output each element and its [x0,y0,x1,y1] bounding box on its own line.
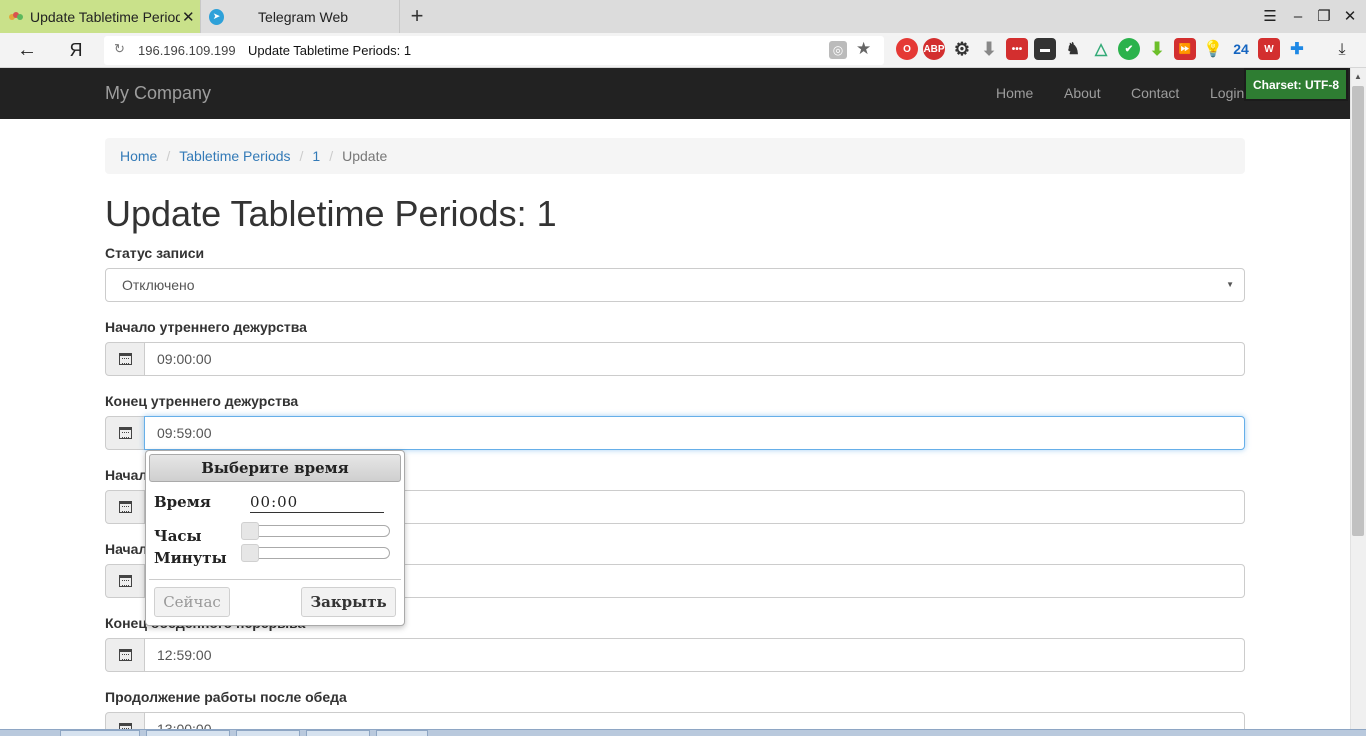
now-button[interactable]: Сейчас [154,587,230,617]
status-label: Статус записи [105,245,205,261]
taskbar-item[interactable] [236,730,300,736]
morning-start-input[interactable]: 09:00:00 [144,342,1245,376]
timepicker-popup: Выберите время Время 00:00 Часы Минуты С… [145,450,405,626]
bookmark-star-icon[interactable]: ★ [856,39,871,59]
tab-update-tabletime[interactable]: Update Tabletime Periods: 1 ✕ [0,0,200,33]
opera-ext-icon[interactable]: O [896,38,918,60]
hours-slider-handle[interactable] [241,522,259,540]
minutes-slider[interactable] [241,544,390,562]
breadcrumb-separator: / [166,148,171,164]
address-bar[interactable]: ↻ 196.196.109.199 Update Tabletime Perio… [104,36,884,65]
calendar-icon[interactable] [105,564,145,598]
calendar-icon[interactable] [105,342,145,376]
minimize-icon[interactable]: – [1286,4,1310,28]
lunch-end-group: 12:59:00 [105,638,1245,672]
url-host: 196.196.109.199 [138,43,236,58]
counter-ext-icon[interactable]: 24 [1230,38,1252,60]
evernote-icon[interactable]: ♞ [1062,38,1084,60]
browser-tab-strip: Update Tabletime Periods: 1 ✕ ➤ Telegram… [0,0,1366,33]
field-label: Конец утреннего дежурства [105,393,299,409]
nav-home[interactable]: Home [996,85,1033,101]
lunch-end-input[interactable]: 12:59:00 [144,638,1245,672]
briefcase-icon[interactable]: ▬ [1034,38,1056,60]
brand-link[interactable]: My Company [105,83,211,104]
tab-close-icon[interactable]: ✕ [182,8,195,26]
breadcrumb-current: Update [342,148,388,164]
timepicker-divider [149,579,401,580]
menu-icon[interactable]: ☰ [1258,4,1282,28]
hours-label: Часы [154,527,202,545]
check-ext-icon[interactable]: ✔ [1118,38,1140,60]
lightbulb-icon[interactable]: 💡 [1202,38,1224,60]
adblock-icon[interactable]: ABP [923,38,945,60]
time-label: Время [154,493,211,511]
nav-about[interactable]: About [1064,85,1101,101]
forward-ext-icon[interactable]: ⏩ [1174,38,1196,60]
new-tab-button[interactable]: + [404,3,430,29]
yandex-button[interactable]: Я [66,37,86,63]
breadcrumb-home[interactable]: Home [120,148,157,164]
green-download-icon[interactable]: ⬇ [1146,38,1168,60]
close-button[interactable]: Закрыть [301,587,396,617]
yii-favicon-icon [8,9,24,25]
url-page-title: Update Tabletime Periods: 1 [248,43,412,58]
taskbar-item[interactable] [376,730,428,736]
gear-icon[interactable]: ⚙ [951,38,973,60]
morning-end-input[interactable]: 09:59:00 [144,416,1245,450]
tab-title: Update Tabletime Periods: 1 [30,8,180,25]
tab-telegram[interactable]: ➤ Telegram Web [200,0,400,33]
morning-end-group: 09:59:00 [105,416,1245,450]
tab-title: Telegram Web [258,8,349,25]
puzzle-ext-icon[interactable]: ✚ [1286,38,1308,60]
calendar-icon[interactable] [105,490,145,524]
telegram-icon: ➤ [209,8,225,25]
browser-toolbar: ← Я ↻ 196.196.109.199 Update Tabletime P… [0,33,1366,68]
charset-badge: Charset: UTF-8 [1244,68,1348,101]
breadcrumb-separator: / [299,148,304,164]
translate-icon[interactable]: ◎ [829,41,847,59]
field-label: Начал [105,467,148,483]
window-close-icon[interactable]: ✕ [1338,4,1362,28]
breadcrumb: Home / Tabletime Periods / 1 / Update [105,138,1245,174]
taskbar-item[interactable] [146,730,230,736]
download-arrow-icon[interactable]: ⬇ [978,38,1000,60]
calendar-icon[interactable] [105,416,145,450]
morning-start-group: 09:00:00 [105,342,1245,376]
hours-slider[interactable] [241,522,390,540]
site-navbar: My Company Home About Contact Login Char… [0,68,1350,119]
scroll-up-icon[interactable]: ▲ [1350,68,1366,84]
breadcrumb-tabletime-periods[interactable]: Tabletime Periods [179,148,290,164]
dots-ext-icon[interactable]: ••• [1006,38,1028,60]
back-arrow-icon[interactable]: ← [14,38,40,62]
nav-login[interactable]: Login [1210,85,1244,101]
field-label: Продолжение работы после обеда [105,689,347,705]
page-title: Update Tabletime Periods: 1 [105,193,557,234]
status-select[interactable]: Отключено ▼ [105,268,1245,302]
restore-icon[interactable]: ❐ [1312,4,1336,28]
scrollbar-thumb[interactable] [1352,86,1364,536]
taskbar-item[interactable] [306,730,370,736]
taskbar-item[interactable] [60,730,140,736]
nav-contact[interactable]: Contact [1131,85,1179,101]
page-viewport: My Company Home About Contact Login Char… [0,68,1350,732]
reload-icon[interactable]: ↻ [114,41,125,57]
minutes-slider-handle[interactable] [241,544,259,562]
timepicker-header: Выберите время [149,454,401,482]
breadcrumb-record[interactable]: 1 [312,148,320,164]
status-selected-value: Отключено [122,277,195,293]
field-label: Начало утреннего дежурства [105,319,307,335]
shield-icon[interactable]: W [1258,38,1280,60]
downloads-icon[interactable]: ⤓ [1330,38,1354,62]
field-label: Начал [105,541,148,557]
minutes-label: Минуты [154,549,227,567]
chevron-down-icon: ▼ [1226,280,1234,289]
triangle-ext-icon[interactable]: △ [1090,38,1112,60]
time-value: 00:00 [250,493,384,513]
breadcrumb-separator: / [329,148,334,164]
calendar-icon[interactable] [105,638,145,672]
